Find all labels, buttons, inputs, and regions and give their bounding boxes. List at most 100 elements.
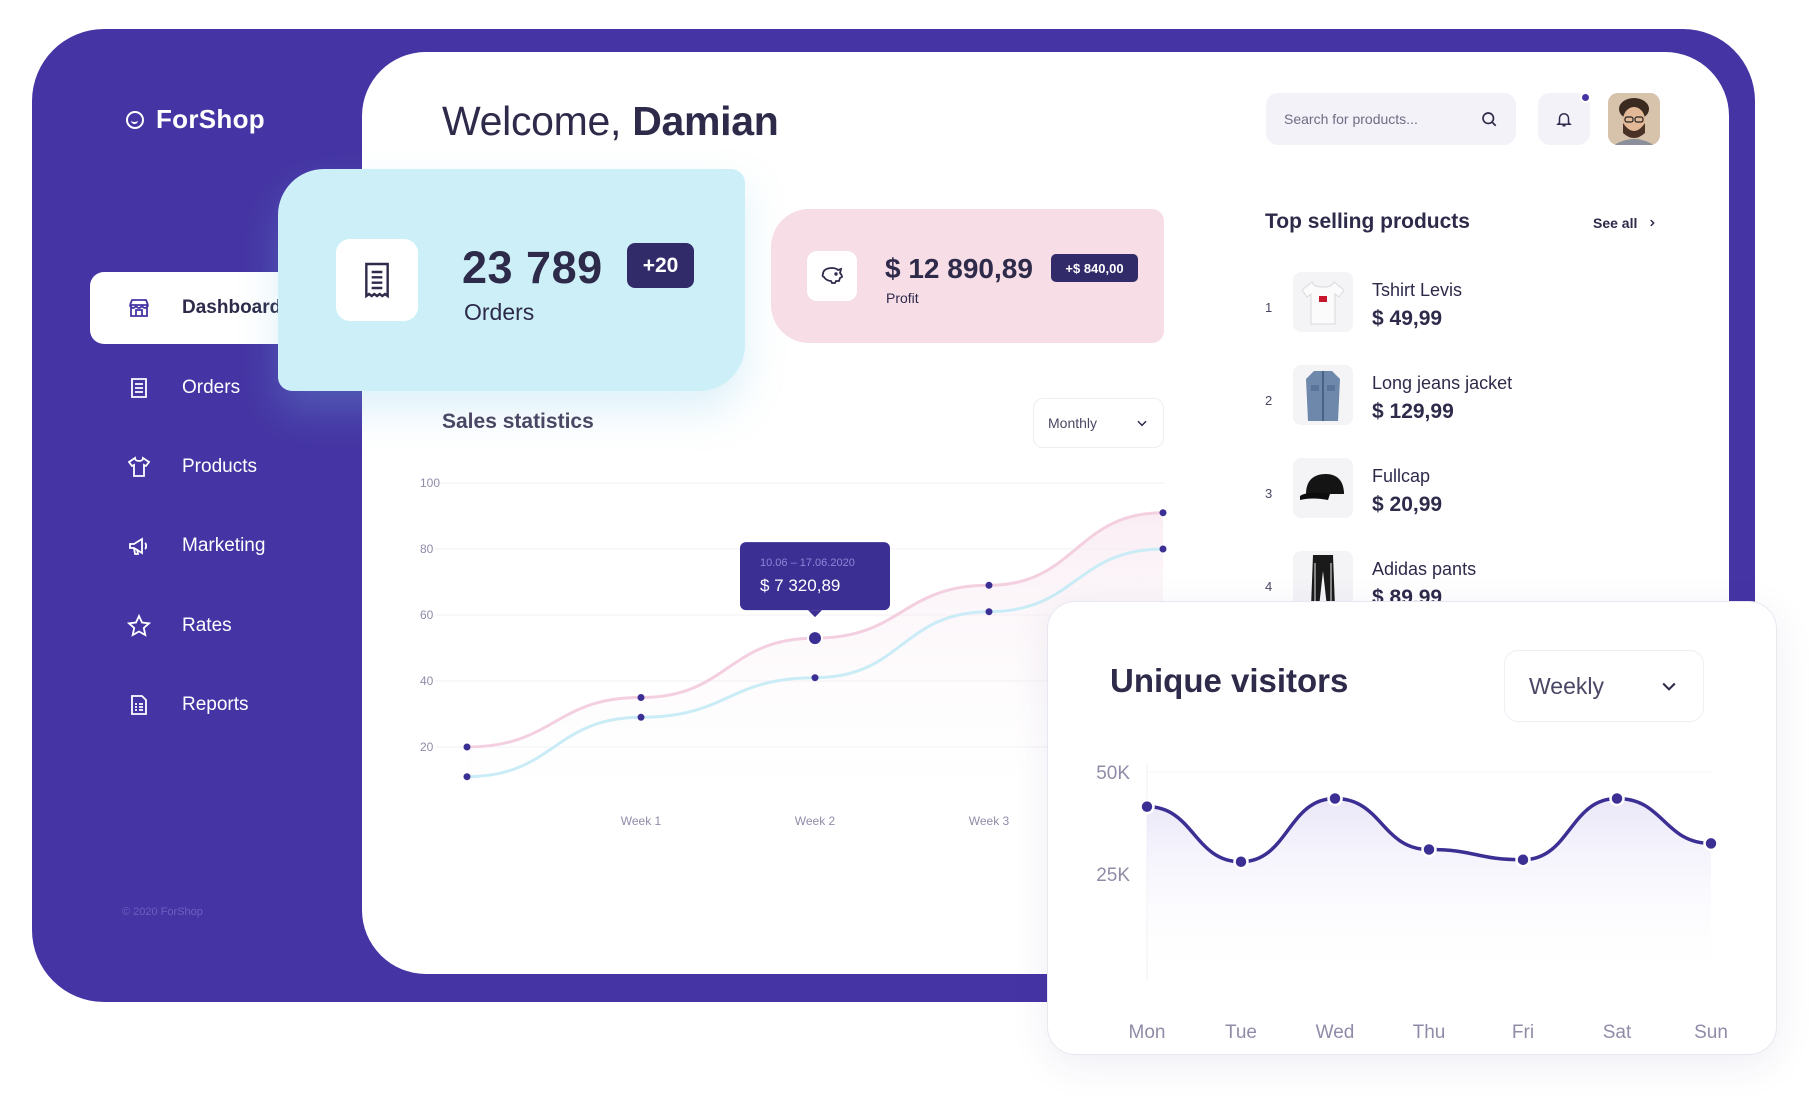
product-name: Fullcap [1372, 466, 1431, 486]
profit-card[interactable]: $ 12 890,89 Profit +$ 840,00 [771, 209, 1164, 343]
sidebar-item-products[interactable]: Products [90, 431, 400, 503]
sidebar-item-rates[interactable]: Rates [90, 590, 400, 662]
top-selling-title: Top selling products [1265, 210, 1470, 233]
sidebar-item-label: Rates [182, 615, 232, 636]
data-point [811, 674, 819, 682]
y-tick-label: 25K [1096, 865, 1130, 886]
orders-badge: +20 [627, 243, 694, 288]
product-rank: 2 [1265, 393, 1273, 408]
visitors-chart: 50K 25K Mon Tue Wed Thu Fri Sat Sun [1096, 762, 1728, 1043]
logo-text: ForShop [156, 104, 265, 134]
search-icon[interactable] [1480, 110, 1498, 128]
tooltip-arrow [808, 610, 822, 618]
user-name: Damian [632, 98, 779, 144]
receipt-icon [365, 262, 389, 299]
tooltip-value: $ 7 320,89 [760, 576, 840, 595]
data-point [1139, 798, 1155, 815]
data-point [463, 743, 471, 751]
chevron-down-icon [1137, 420, 1147, 427]
sidebar-item-marketing[interactable]: Marketing [90, 510, 400, 582]
profit-label: Profit [886, 290, 919, 306]
product-price: $ 20,99 [1372, 493, 1443, 516]
sidebar-item-label: Marketing [182, 535, 266, 556]
orders-label: Orders [464, 299, 535, 325]
sales-title: Sales statistics [442, 410, 594, 433]
data-point [1609, 790, 1625, 807]
search-input[interactable] [1284, 111, 1474, 127]
visitors-period-value: Weekly [1529, 672, 1604, 699]
product-thumbnail [1293, 458, 1353, 518]
data-point [1159, 545, 1167, 553]
x-tick-label: Sun [1694, 1022, 1728, 1043]
x-tick-label: Sat [1603, 1022, 1632, 1043]
sidebar-item-label: Products [182, 456, 257, 477]
sales-tooltip: 10.06 – 17.06.2020 $ 7 320,89 [740, 542, 890, 618]
data-point [985, 581, 993, 589]
sidebar-item-label: Orders [182, 377, 241, 398]
period-dropdown-value: Monthly [1048, 415, 1098, 431]
x-tick-label: Thu [1413, 1022, 1446, 1043]
chevron-right-icon [1650, 219, 1656, 227]
orders-value: 23 789 [462, 242, 603, 293]
profit-value: $ 12 890,89 [885, 253, 1033, 284]
chevron-down-icon [1662, 682, 1676, 691]
piggy-bank-icon [821, 267, 843, 284]
star-icon [126, 613, 152, 639]
product-rank: 1 [1265, 300, 1273, 315]
profit-icon-box [807, 251, 857, 301]
bell-icon [1556, 113, 1572, 127]
visitors-period-dropdown[interactable]: Weekly [1504, 650, 1704, 722]
data-point [1233, 854, 1249, 870]
copyright: © 2020 ForShop [122, 906, 203, 918]
search-bar[interactable] [1266, 93, 1516, 145]
tshirt-icon [126, 454, 152, 480]
avatar[interactable] [1608, 93, 1660, 145]
store-icon [126, 295, 152, 321]
visitors-card: Unique visitors Weekly 50K 25K Mon Tue Wed Th… [1047, 601, 1777, 1055]
page-title: Welcome, Damian [442, 98, 779, 145]
logo-icon [126, 110, 144, 129]
x-tick-label: Mon [1129, 1022, 1166, 1043]
notification-dot [1580, 92, 1591, 103]
data-point [1703, 835, 1719, 852]
orders-card[interactable]: 23 789 Orders +20 [278, 169, 745, 391]
x-tick-label: Wed [1316, 1022, 1355, 1043]
sidebar-item-label: Reports [182, 694, 249, 715]
product-name: Adidas pants [1372, 559, 1477, 579]
y-tick-label: 20 [420, 740, 434, 754]
receipt-icon [126, 375, 152, 401]
product-item[interactable]: 2 Long jeans jacket $ 129,99 [1265, 365, 1565, 435]
y-tick-label: 100 [420, 476, 440, 490]
data-point [463, 773, 471, 781]
data-point [1327, 790, 1343, 807]
see-all-link[interactable]: See all [1593, 215, 1657, 231]
product-item[interactable]: 3 Fullcap $ 20,99 [1265, 458, 1565, 528]
product-price: $ 129,99 [1372, 400, 1454, 423]
data-point [637, 713, 645, 721]
tooltip-date: 10.06 – 17.06.2020 [760, 557, 855, 569]
product-thumbnail [1293, 272, 1353, 332]
period-dropdown[interactable]: Monthly [1033, 398, 1164, 448]
data-point [1421, 841, 1437, 858]
highlight-point [807, 630, 823, 647]
product-item[interactable]: 1 Tshirt Levis $ 49,99 [1265, 272, 1565, 342]
product-rank: 3 [1265, 486, 1273, 501]
product-price: $ 49,99 [1372, 307, 1443, 330]
avatar-image [1608, 93, 1660, 145]
y-tick-label: 80 [420, 542, 434, 556]
product-thumbnail [1293, 365, 1353, 425]
logo[interactable]: ForShop [126, 104, 265, 135]
sidebar-item-reports[interactable]: Reports [90, 669, 400, 741]
y-tick-label: 60 [420, 608, 434, 622]
sidebar-item-label: Dashboard [182, 297, 282, 318]
visitors-area [1147, 798, 1711, 982]
product-rank: 4 [1265, 579, 1273, 594]
product-name: Tshirt Levis [1372, 280, 1463, 300]
data-point [637, 694, 645, 701]
product-name: Long jeans jacket [1372, 373, 1513, 393]
x-tick-label: Tue [1225, 1022, 1257, 1043]
data-point [1159, 509, 1167, 517]
orders-icon-box [336, 239, 418, 321]
y-tick-label: 40 [420, 674, 434, 688]
data-point [985, 608, 993, 616]
